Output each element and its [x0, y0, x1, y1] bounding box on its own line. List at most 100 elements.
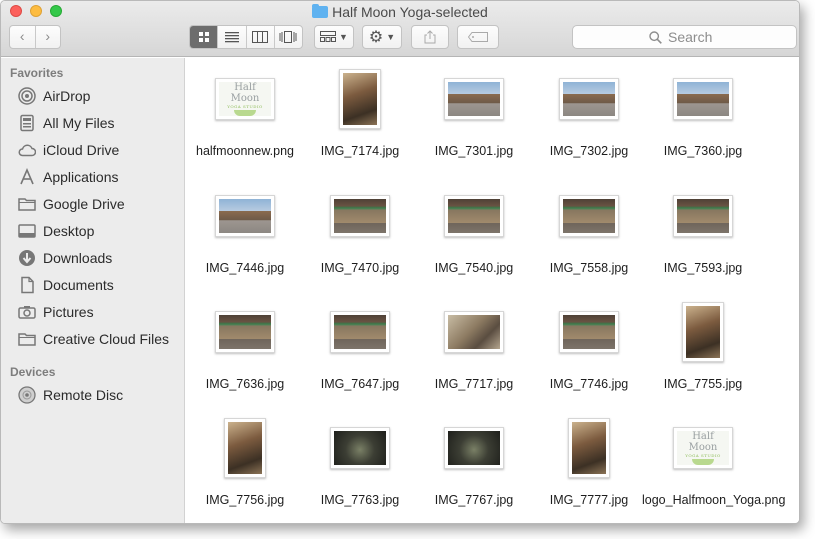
file-name: IMG_7301.jpg — [434, 144, 514, 158]
cover-flow-button[interactable] — [273, 26, 302, 48]
arrange-button[interactable]: ▼ — [314, 25, 354, 49]
photo-image — [334, 431, 386, 465]
sidebar: Favorites AirDrop All My Files iCloud Dr… — [1, 58, 185, 523]
file-thumbnail — [215, 195, 275, 237]
icon-view-button[interactable] — [190, 26, 218, 48]
file-thumbnail — [444, 195, 504, 237]
columns-icon — [252, 31, 269, 43]
file-thumbnail — [559, 195, 619, 237]
file-thumbnail-area — [532, 65, 646, 133]
file-thumbnail-area — [188, 182, 302, 250]
photo-image — [563, 199, 615, 233]
half-moon-icon — [692, 459, 714, 465]
file-thumbnail — [224, 418, 266, 478]
photo-image — [228, 422, 262, 474]
sidebar-item-documents[interactable]: Documents — [18, 274, 183, 296]
file-thumbnail-area — [532, 298, 646, 366]
share-button[interactable] — [411, 25, 449, 49]
file-name: IMG_7540.jpg — [434, 261, 514, 275]
sidebar-item-google-drive[interactable]: Google Drive — [18, 193, 183, 215]
file-thumbnail — [559, 78, 619, 120]
photo-image — [219, 199, 271, 233]
sidebar-item-downloads[interactable]: Downloads — [18, 247, 183, 269]
applications-icon — [18, 168, 36, 186]
finder-window: Half Moon Yoga-selected ‹ › ▼ ⚙ ▼ Search… — [0, 0, 800, 524]
file-name: IMG_7360.jpg — [663, 144, 743, 158]
file-name: halfmoonnew.png — [196, 144, 294, 158]
sidebar-item-desktop[interactable]: Desktop — [18, 220, 183, 242]
file-thumbnail-area: Half Moon YOGA STUDIO — [646, 414, 760, 482]
window-title-text: Half Moon Yoga-selected — [332, 4, 488, 20]
logo-wordmark: Half Moon — [688, 431, 718, 453]
file-thumbnail-area — [303, 182, 417, 250]
photo-image — [572, 422, 606, 474]
file-name: IMG_7756.jpg — [205, 493, 285, 507]
file-thumbnail — [682, 302, 724, 362]
file-name: IMG_7558.jpg — [549, 261, 629, 275]
favorites-heading: Favorites — [10, 66, 64, 80]
file-thumbnail — [330, 311, 390, 353]
file-name: IMG_7174.jpg — [320, 144, 400, 158]
sidebar-item-label: Remote Disc — [43, 387, 124, 403]
action-button[interactable]: ⚙ ▼ — [362, 25, 402, 49]
search-input[interactable] — [668, 29, 720, 45]
file-thumbnail — [673, 78, 733, 120]
chevron-down-icon: ▼ — [339, 32, 348, 42]
logo-wordmark: Half Moon — [230, 82, 260, 104]
navigation-buttons: ‹ › — [9, 25, 61, 49]
sidebar-item-icloud-drive[interactable]: iCloud Drive — [18, 139, 183, 161]
sidebar-item-label: Creative Cloud Files — [43, 331, 170, 347]
file-thumbnail-area — [532, 414, 646, 482]
icon-grid-icon — [198, 32, 209, 42]
chevron-down-icon: ▼ — [386, 32, 396, 42]
file-thumbnail-area — [417, 65, 531, 133]
file-thumbnail — [330, 427, 390, 469]
file-name: IMG_7470.jpg — [320, 261, 400, 275]
all-files-icon — [18, 114, 36, 132]
photo-image — [219, 315, 271, 349]
file-name: IMG_7767.jpg — [434, 493, 514, 507]
file-name: IMG_7636.jpg — [205, 377, 285, 391]
file-thumbnail-area — [188, 298, 302, 366]
list-view-button[interactable] — [217, 26, 245, 48]
sidebar-item-remote-disc[interactable]: Remote Disc — [18, 384, 183, 406]
sidebar-item-label: Applications — [43, 169, 119, 185]
photo-image — [448, 315, 500, 349]
sidebar-item-pictures[interactable]: Pictures — [18, 301, 183, 323]
photo-image — [677, 82, 729, 116]
file-thumbnail-area — [303, 65, 417, 133]
airdrop-icon — [18, 87, 36, 105]
file-thumbnail — [444, 78, 504, 120]
file-thumbnail — [568, 418, 610, 478]
file-name: IMG_7777.jpg — [549, 493, 629, 507]
file-thumbnail-area — [417, 182, 531, 250]
sidebar-item-creative-cloud-files[interactable]: Creative Cloud Files — [18, 328, 183, 350]
photo-image — [563, 315, 615, 349]
downloads-icon — [18, 249, 36, 267]
file-name: IMG_7717.jpg — [434, 377, 514, 391]
file-thumbnail-area — [188, 414, 302, 482]
documents-icon — [18, 276, 36, 294]
file-thumbnail-area — [646, 298, 760, 366]
back-button[interactable]: ‹ — [10, 26, 35, 48]
file-thumbnail-area — [417, 298, 531, 366]
window-title: Half Moon Yoga-selected — [1, 3, 799, 21]
logo-subtitle: YOGA STUDIO — [685, 453, 721, 458]
camera-icon — [18, 303, 36, 321]
photo-image — [677, 199, 729, 233]
file-name: IMG_7763.jpg — [320, 493, 400, 507]
file-thumbnail — [673, 195, 733, 237]
sidebar-item-airdrop[interactable]: AirDrop — [18, 85, 183, 107]
tags-button[interactable] — [457, 25, 499, 49]
file-thumbnail-area — [646, 182, 760, 250]
file-thumbnail-area: Half Moon YOGA STUDIO — [188, 65, 302, 133]
file-name: IMG_7302.jpg — [549, 144, 629, 158]
forward-button[interactable]: › — [34, 26, 61, 48]
search-field[interactable] — [572, 25, 797, 49]
column-view-button[interactable] — [245, 26, 274, 48]
sidebar-item-all-my-files[interactable]: All My Files — [18, 112, 183, 134]
sidebar-item-label: Downloads — [43, 250, 113, 266]
file-thumbnail-area — [532, 182, 646, 250]
sidebar-item-label: Pictures — [43, 304, 94, 320]
sidebar-item-applications[interactable]: Applications — [18, 166, 183, 188]
